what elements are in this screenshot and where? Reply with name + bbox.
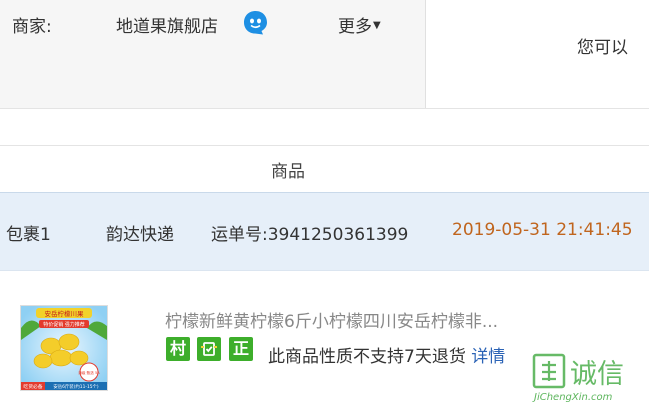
tag-genuine: 正 bbox=[229, 337, 253, 361]
goods-header-label: 商品 bbox=[271, 162, 305, 182]
watermark-logo-icon: 诚信 JiChengXin.com bbox=[532, 353, 624, 403]
watermark-cn: 诚信 bbox=[570, 359, 624, 390]
courier-name: 韵达快递 bbox=[106, 225, 174, 245]
goods-header: 商品 bbox=[0, 145, 649, 192]
thumb-sub: 特价促销 强力推荐 bbox=[43, 321, 85, 328]
tag-village: 村 bbox=[166, 337, 190, 361]
product-thumbnail[interactable]: 安岳柠檬川果 特价促销 强力推荐 满级 甄选 5A 吃货必备 安岳6斤装(约11… bbox=[20, 305, 108, 391]
caret-down-icon: ▼ bbox=[373, 20, 381, 31]
more-menu[interactable]: 更多▼ bbox=[338, 12, 381, 37]
package-row: 包裹1 韵达快递 运单号:3941250361399 2019-05-31 21… bbox=[0, 192, 649, 271]
thumb-bottom-right: 安岳6斤装(约11-15个) bbox=[53, 383, 99, 390]
details-link[interactable]: 详情 bbox=[471, 347, 505, 367]
more-label: 更多 bbox=[338, 17, 372, 37]
thumb-bottom-left: 吃货必备 bbox=[23, 383, 42, 390]
thumb-banner: 安岳柠檬川果 bbox=[45, 309, 85, 318]
right-pane-text: 您可以 bbox=[577, 38, 628, 58]
shipping-time: 2019-05-31 21:41:45 bbox=[452, 220, 633, 240]
merchant-divider bbox=[425, 0, 426, 108]
shop-name-link[interactable]: 地道果旗舰店 bbox=[116, 12, 218, 37]
tracking-number: 运单号:3941250361399 bbox=[211, 225, 409, 245]
site-watermark: 诚信 JiChengXin.com bbox=[530, 353, 649, 403]
wangwang-chat-icon[interactable] bbox=[242, 9, 269, 36]
watermark-en: JiChengXin.com bbox=[532, 392, 613, 403]
package-name: 包裹1 bbox=[6, 225, 51, 245]
merchant-label: 商家: bbox=[12, 17, 52, 37]
product-title-link[interactable]: 柠檬新鲜黄柠檬6斤小柠檬四川安岳柠檬非... bbox=[165, 307, 498, 332]
return-note-text: 此商品性质不支持7天退货 bbox=[268, 347, 466, 367]
thumb-badge: 满级 甄选 5A bbox=[78, 370, 100, 375]
return-note: 此商品性质不支持7天退货 详情 bbox=[268, 342, 505, 367]
tag-certified-icon bbox=[197, 337, 221, 361]
